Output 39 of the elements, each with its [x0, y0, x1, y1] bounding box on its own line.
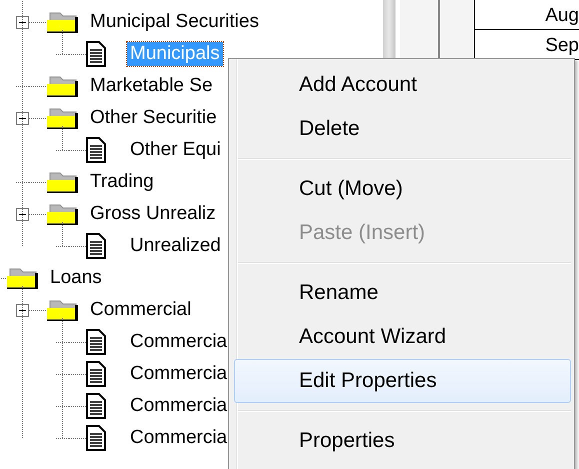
menu-item[interactable]: Delete: [234, 107, 571, 151]
collapse-toggle[interactable]: [16, 16, 29, 28]
table-cell: Aug: [475, 0, 579, 30]
folder-icon: [46, 298, 79, 322]
document-icon: [86, 233, 106, 259]
tree-item[interactable]: Commercia: [127, 394, 230, 418]
document-icon: [86, 425, 106, 451]
collapse-toggle[interactable]: [16, 112, 29, 124]
collapse-toggle[interactable]: [16, 208, 29, 220]
tree-item[interactable]: Commercial: [87, 298, 194, 322]
document-icon: [86, 41, 106, 67]
tree-item[interactable]: Commercia: [127, 330, 230, 354]
folder-icon: [46, 202, 79, 226]
folder-icon: [46, 10, 79, 34]
tree-item[interactable]: Municipal Securities: [87, 10, 262, 34]
document-icon: [86, 393, 106, 419]
document-icon: [86, 361, 106, 387]
tree-item[interactable]: Commercia: [127, 426, 230, 450]
menu-item[interactable]: Rename: [234, 271, 571, 315]
menu-item[interactable]: Account Wizard: [234, 315, 571, 359]
tree-item[interactable]: Other Equi: [127, 138, 224, 162]
tree-item[interactable]: Marketable Se: [87, 74, 216, 98]
collapse-toggle[interactable]: [16, 304, 29, 316]
menu-item[interactable]: Edit Properties: [234, 359, 571, 403]
menu-item[interactable]: Add Account: [234, 63, 571, 107]
tree-item[interactable]: Other Securitie: [87, 106, 220, 130]
folder-icon: [46, 170, 79, 194]
document-icon: [86, 137, 106, 163]
tree-item[interactable]: Commercia: [127, 362, 230, 386]
tree-item[interactable]: Gross Unrealiz: [87, 202, 219, 226]
tree-item[interactable]: Trading: [87, 170, 157, 194]
folder-icon: [46, 74, 79, 98]
document-icon: [86, 329, 106, 355]
menu-item[interactable]: Cut (Move): [234, 167, 571, 211]
tree-item[interactable]: Loans: [47, 266, 105, 290]
menu-item[interactable]: Properties: [234, 419, 571, 463]
folder-icon: [46, 106, 79, 130]
folder-icon: [6, 266, 39, 290]
tree-item[interactable]: Unrealized: [127, 234, 224, 258]
